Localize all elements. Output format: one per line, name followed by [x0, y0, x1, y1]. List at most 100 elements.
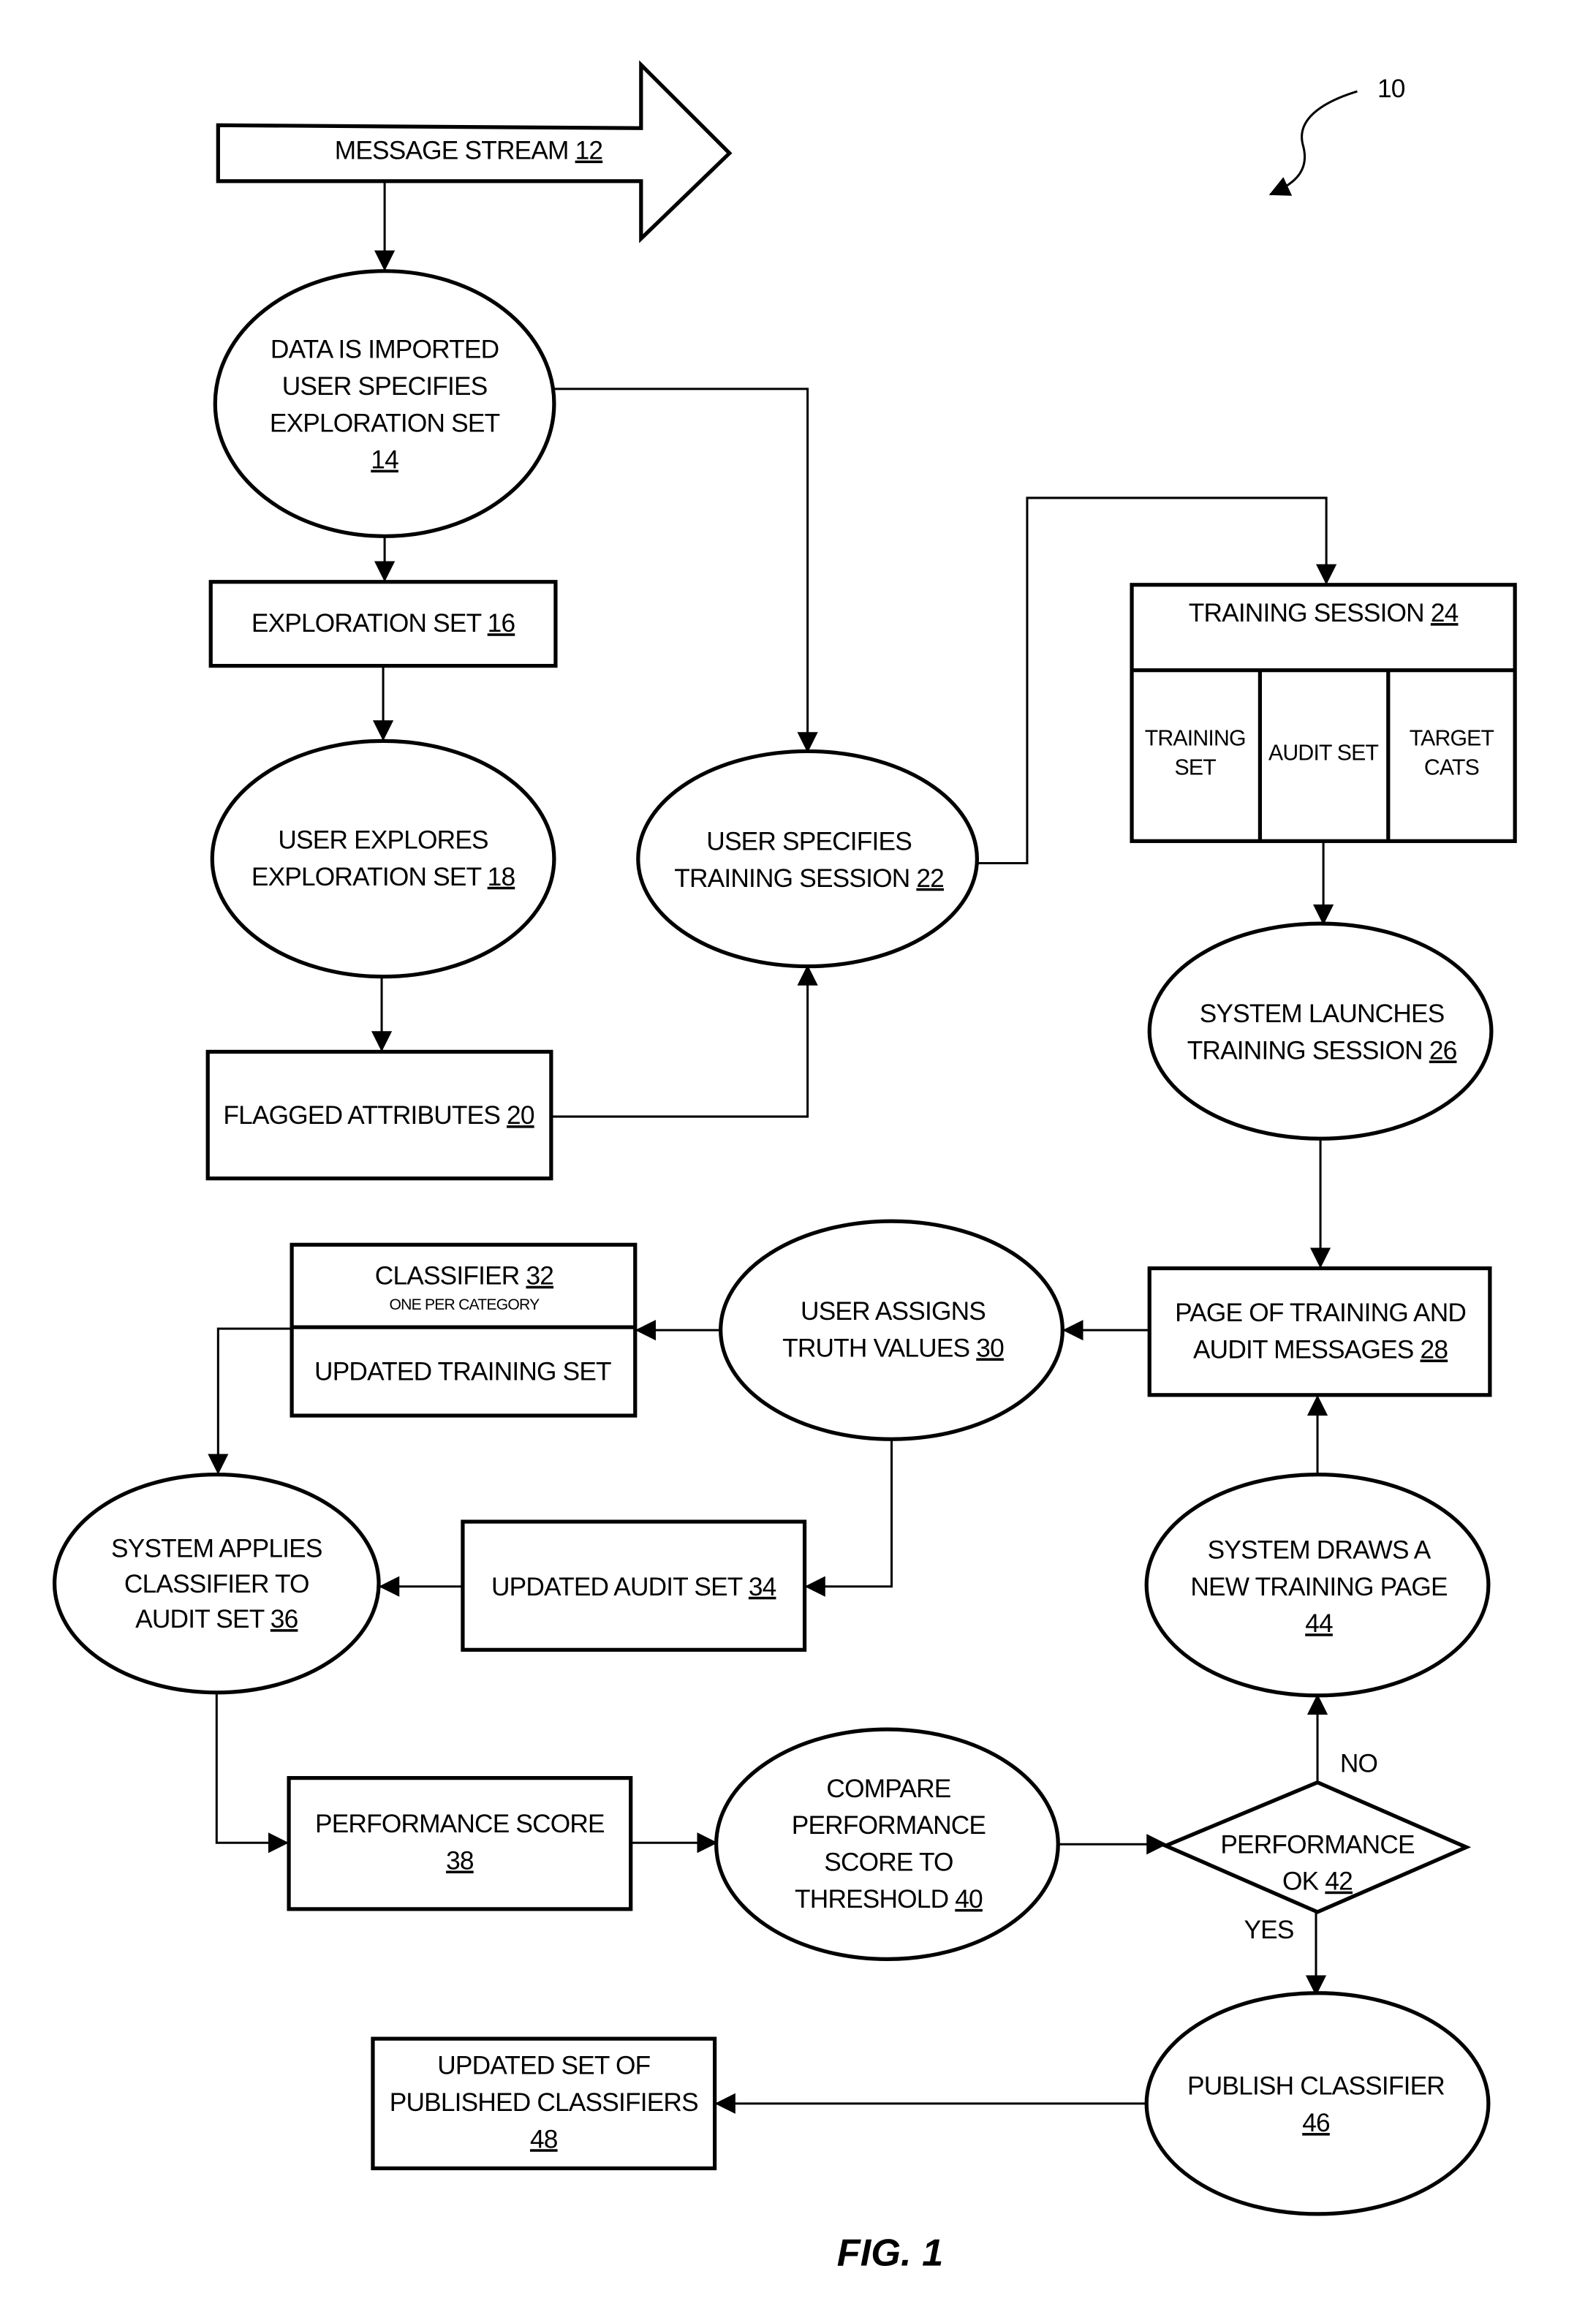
message-stream-label: MESSAGE STREAM — [335, 137, 575, 165]
node-40-line-3: SCORE TO — [824, 1848, 953, 1877]
system-draws-node[interactable]: SYSTEM DRAWS A NEW TRAINING PAGE 44 — [1144, 1472, 1491, 1698]
figure-caption: FIG. 1 — [837, 2232, 944, 2274]
performance-score-node[interactable]: PERFORMANCE SCORE 38 — [287, 1775, 633, 1911]
exploration-set-node[interactable]: EXPLORATION SET 16 — [208, 580, 558, 668]
edge-36-38 — [215, 1692, 290, 1854]
node-14-line-2: USER SPECIFIES — [282, 372, 488, 401]
ref-32: 32 — [526, 1262, 553, 1291]
node-40-line-1: COMPARE — [826, 1775, 950, 1803]
user-assigns-node[interactable]: USER ASSIGNS TRUTH VALUES 30 — [719, 1219, 1064, 1441]
ref-42: 42 — [1325, 1867, 1353, 1896]
node-28-line-1: PAGE OF TRAINING AND — [1175, 1299, 1466, 1327]
flowchart: 10 MESSAGE STREAM 12 DATA IS IMPORTED US… — [52, 60, 1517, 2274]
ellipse-shape — [210, 739, 556, 979]
node-18-line-1: USER EXPLORES — [278, 826, 488, 854]
node-26-line-2: TRAINING SESSION — [1187, 1036, 1429, 1065]
node-44-line-2: NEW TRAINING PAGE — [1190, 1573, 1447, 1601]
node-46-line-1: PUBLISH CLASSIFIER — [1187, 2072, 1445, 2101]
user-specifies-training-node[interactable]: USER SPECIFIES TRAINING SESSION 22 — [636, 749, 980, 969]
edge-14-22 — [553, 388, 818, 753]
ref-38: 38 — [446, 1847, 474, 1876]
user-explores-node[interactable]: USER EXPLORES EXPLORATION SET 18 — [210, 739, 556, 979]
no-branch-label: NO — [1340, 1750, 1377, 1778]
updated-training-set-label: UPDATED TRAINING SET — [314, 1358, 611, 1386]
compare-performance-node[interactable]: COMPARE PERFORMANCE SCORE TO THRESHOLD 4… — [714, 1727, 1060, 1962]
page-of-training-node[interactable]: PAGE OF TRAINING AND AUDIT MESSAGES 28 — [1147, 1266, 1492, 1397]
training-session-label: TRAINING SESSION — [1189, 599, 1431, 627]
reference-numeral-10: 10 — [1268, 75, 1406, 196]
system-launches-node[interactable]: SYSTEM LAUNCHES TRAINING SESSION 26 — [1147, 921, 1494, 1141]
node-22-line-2: TRAINING SESSION — [674, 864, 916, 893]
svg-text:TRAINING SESSION 24: TRAINING SESSION 24 — [1189, 599, 1459, 627]
node-30-line-2: TRUTH VALUES — [782, 1334, 976, 1362]
ref-46: 46 — [1302, 2109, 1330, 2137]
node-40-line-4: THRESHOLD — [795, 1885, 955, 1914]
classifier-node[interactable]: CLASSIFIER 32 ONE PER CATEGORY UPDATED T… — [290, 1242, 638, 1418]
training-session-node[interactable]: TRAINING SESSION 24 TRAINING SET AUDIT S… — [1130, 583, 1517, 843]
published-classifiers-node[interactable]: UPDATED SET OF PUBLISHED CLASSIFIERS 48 — [371, 2036, 717, 2171]
node-14-line-1: DATA IS IMPORTED — [271, 336, 499, 364]
col-target-cats-line-1: TARGET — [1410, 726, 1494, 750]
publish-classifier-node[interactable]: PUBLISH CLASSIFIER 46 — [1144, 1991, 1491, 2216]
updated-audit-set-node[interactable]: UPDATED AUDIT SET 34 — [461, 1519, 807, 1652]
ellipse-shape — [636, 749, 980, 969]
data-imported-node[interactable]: DATA IS IMPORTED USER SPECIFIES EXPLORAT… — [213, 269, 556, 538]
svg-text:EXPLORATION SET 16: EXPLORATION SET 16 — [251, 609, 515, 638]
ref-48: 48 — [530, 2125, 558, 2153]
ref-36: 36 — [271, 1605, 298, 1633]
col-target-cats-line-2: CATS — [1424, 756, 1479, 780]
ref-24: 24 — [1431, 599, 1459, 627]
message-stream-node[interactable]: MESSAGE STREAM 12 — [216, 60, 733, 243]
ref-12: 12 — [575, 137, 603, 165]
system-applies-node[interactable]: SYSTEM APPLIES CLASSIFIER TO AUDIT SET 3… — [52, 1472, 381, 1695]
svg-text:FLAGGED ATTRIBUTES 20: FLAGGED ATTRIBUTES 20 — [223, 1101, 534, 1130]
node-22-line-1: USER SPECIFIES — [706, 827, 912, 855]
node-42-line-2: OK — [1282, 1867, 1325, 1896]
node-42-line-1: PERFORMANCE — [1220, 1830, 1414, 1859]
node-14-line-3: EXPLORATION SET — [270, 409, 500, 437]
svg-text:THRESHOLD 40: THRESHOLD 40 — [795, 1885, 983, 1914]
node-26-line-1: SYSTEM LAUNCHES — [1200, 1000, 1445, 1028]
col-training-set-line-1: TRAINING — [1145, 726, 1246, 750]
curved-leader-arrow-icon — [1268, 90, 1358, 196]
svg-text:UPDATED AUDIT SET 34: UPDATED AUDIT SET 34 — [491, 1573, 776, 1601]
node-38-line-1: PERFORMANCE SCORE — [315, 1810, 605, 1838]
box-shape — [1147, 1266, 1492, 1397]
svg-text:CLASSIFIER 32: CLASSIFIER 32 — [375, 1262, 553, 1291]
ellipse-shape — [1144, 1991, 1491, 2216]
node-40-line-2: PERFORMANCE — [792, 1811, 986, 1840]
flagged-attributes-label: FLAGGED ATTRIBUTES — [223, 1101, 507, 1130]
yes-branch-label: YES — [1244, 1916, 1293, 1944]
updated-audit-set-label: UPDATED AUDIT SET — [491, 1573, 749, 1601]
ref-26: 26 — [1429, 1036, 1457, 1065]
svg-text:AUDIT MESSAGES 28: AUDIT MESSAGES 28 — [1193, 1335, 1448, 1364]
ref-16: 16 — [488, 609, 515, 638]
edge-30-34 — [804, 1439, 893, 1597]
ellipse-shape — [1147, 921, 1494, 1141]
svg-text:TRAINING SESSION 26: TRAINING SESSION 26 — [1187, 1036, 1457, 1065]
node-44-line-1: SYSTEM DRAWS A — [1208, 1536, 1432, 1564]
exploration-set-label: EXPLORATION SET — [251, 609, 488, 638]
ref-40: 40 — [955, 1885, 983, 1914]
classifier-sublabel: ONE PER CATEGORY — [390, 1296, 540, 1313]
ellipse-shape — [213, 269, 556, 538]
ellipse-shape — [714, 1727, 1060, 1962]
node-36-line-3: AUDIT SET — [135, 1605, 271, 1633]
node-36-line-1: SYSTEM APPLIES — [111, 1534, 322, 1563]
svg-text:TRUTH VALUES 30: TRUTH VALUES 30 — [782, 1334, 1004, 1362]
node-18-line-2: EXPLORATION SET — [251, 863, 488, 891]
svg-text:MESSAGE STREAM 12: MESSAGE STREAM 12 — [335, 137, 602, 165]
ref-14: 14 — [371, 446, 398, 475]
node-48-line-2: PUBLISHED CLASSIFIERS — [390, 2088, 698, 2117]
svg-text:AUDIT SET 36: AUDIT SET 36 — [135, 1605, 298, 1633]
node-36-line-2: CLASSIFIER TO — [124, 1570, 309, 1598]
ref-30: 30 — [976, 1334, 1004, 1362]
col-audit-set: AUDIT SET — [1268, 741, 1378, 766]
ref-22: 22 — [916, 864, 944, 893]
box-shape — [287, 1775, 633, 1911]
reference-numeral-label: 10 — [1377, 75, 1405, 103]
flagged-attributes-node[interactable]: FLAGGED ATTRIBUTES 20 — [205, 1049, 553, 1181]
node-28-line-2: AUDIT MESSAGES — [1193, 1335, 1421, 1364]
ref-20: 20 — [507, 1101, 534, 1130]
ref-28: 28 — [1421, 1335, 1448, 1364]
